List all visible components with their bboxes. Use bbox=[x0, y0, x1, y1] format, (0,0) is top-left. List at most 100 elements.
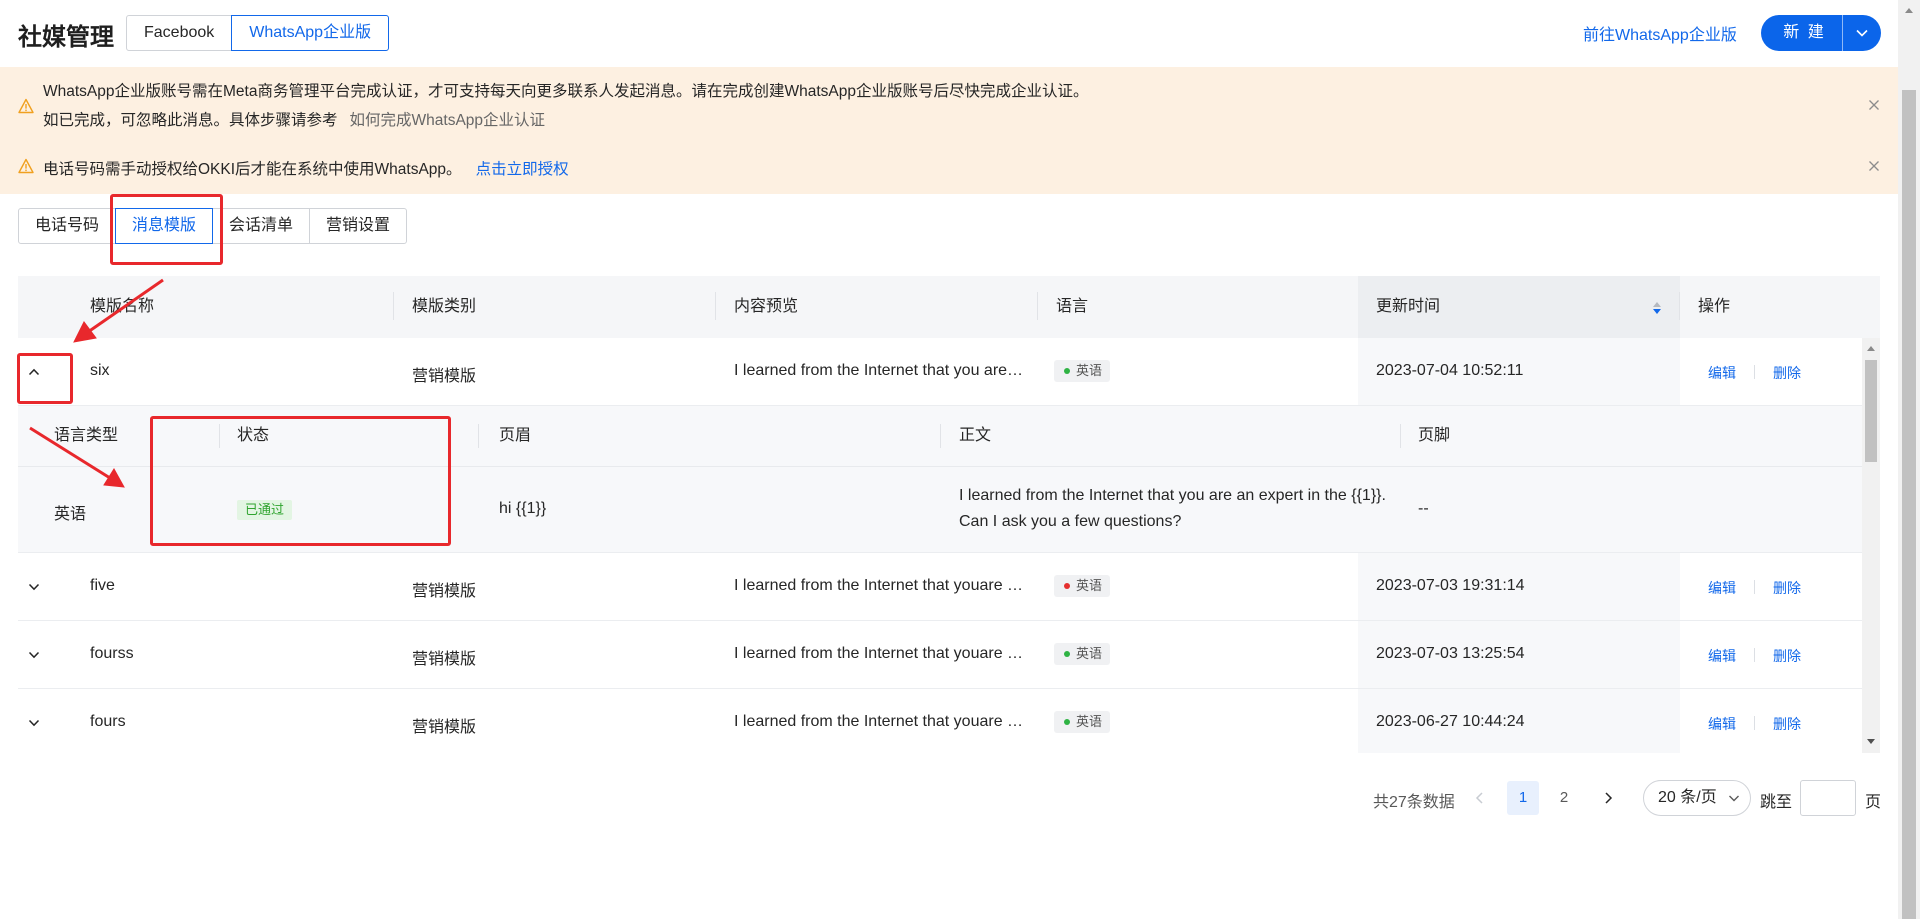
chevron-up-icon[interactable] bbox=[24, 362, 44, 382]
page-size-value: 20 条/页 bbox=[1658, 789, 1717, 806]
template-category: 营销模版 bbox=[412, 583, 477, 600]
status-dot bbox=[1064, 651, 1070, 657]
scroll-down-icon[interactable] bbox=[1866, 738, 1876, 746]
edit-link[interactable]: 编辑 bbox=[1708, 578, 1736, 598]
tab-marketing-settings[interactable]: 营销设置 bbox=[309, 208, 408, 244]
status-dot bbox=[1064, 583, 1070, 589]
column-divider bbox=[940, 424, 941, 448]
detail-language: 英语 bbox=[54, 506, 87, 523]
jump-to-unit: 页 bbox=[1865, 794, 1882, 811]
edit-link[interactable]: 编辑 bbox=[1708, 646, 1736, 666]
detail-header-value: hi {{1}} bbox=[499, 500, 547, 517]
delete-link[interactable]: 删除 bbox=[1773, 646, 1801, 666]
chevron-right-icon[interactable] bbox=[1599, 789, 1617, 807]
template-name: fourss bbox=[90, 645, 134, 662]
page-1[interactable]: 1 bbox=[1507, 781, 1539, 815]
table-scrollbar[interactable] bbox=[1862, 338, 1880, 753]
page-2[interactable]: 2 bbox=[1548, 781, 1580, 815]
scrollbar-thumb[interactable] bbox=[1865, 360, 1877, 462]
template-category: 营销模版 bbox=[412, 368, 477, 385]
chevron-down-icon[interactable] bbox=[1843, 15, 1881, 51]
action-divider bbox=[1754, 580, 1755, 594]
page-size-select[interactable]: 20 条/页 bbox=[1643, 780, 1751, 816]
delete-link[interactable]: 删除 bbox=[1773, 578, 1801, 598]
language-label: 英语 bbox=[1076, 363, 1103, 378]
platform-tabs: Facebook WhatsApp企业版 bbox=[126, 15, 390, 51]
scroll-up-icon[interactable] bbox=[1866, 344, 1876, 352]
column-divider bbox=[1037, 292, 1038, 320]
column-header-updated-time[interactable]: 更新时间 bbox=[1376, 276, 1440, 338]
close-icon[interactable] bbox=[1866, 158, 1882, 174]
jump-to-page-input[interactable] bbox=[1800, 780, 1856, 816]
authorization-alert: 电话号码需手动授权给OKKI后才能在系统中使用WhatsApp。 点击立即授权 bbox=[0, 148, 1898, 182]
delete-link[interactable]: 删除 bbox=[1773, 363, 1801, 383]
tab-whatsapp-business[interactable]: WhatsApp企业版 bbox=[231, 15, 390, 51]
status-badge: 已通过 bbox=[237, 500, 293, 520]
chevron-down-icon[interactable] bbox=[24, 713, 44, 733]
alert-message: 电话号码需手动授权给OKKI后才能在系统中使用WhatsApp。 点击立即授权 bbox=[43, 157, 569, 179]
jump-to-label: 跳至 bbox=[1760, 794, 1793, 811]
authorize-now-link[interactable]: 点击立即授权 bbox=[476, 161, 569, 178]
action-divider bbox=[1754, 648, 1755, 662]
detail-footer-value: -- bbox=[1418, 500, 1429, 517]
column-header-language: 语言 bbox=[1056, 298, 1089, 315]
tab-phone-numbers[interactable]: 电话号码 bbox=[18, 208, 117, 244]
close-icon[interactable] bbox=[1866, 97, 1882, 113]
template-category: 营销模版 bbox=[412, 651, 477, 668]
page-header: 社媒管理 Facebook WhatsApp企业版 前往WhatsApp企业版 … bbox=[0, 0, 1898, 66]
templates-table: 模版名称 模版类别 内容预览 语言 更新时间 操作 six 营销模版 I lea… bbox=[18, 276, 1880, 753]
new-button-label: 新 建 bbox=[1783, 24, 1826, 41]
language-tag: 英语 bbox=[1054, 643, 1111, 665]
section-tabs: 电话号码 消息模版 会话清单 营销设置 bbox=[18, 208, 408, 244]
total-count: 共27条数据 bbox=[1373, 794, 1455, 811]
column-divider bbox=[478, 424, 479, 448]
column-header-preview: 内容预览 bbox=[734, 298, 799, 315]
detail-body-line-1: I learned from the Internet that you are… bbox=[959, 487, 1386, 504]
detail-header-body: 正文 bbox=[959, 427, 992, 444]
tab-conversations[interactable]: 会话清单 bbox=[212, 208, 311, 244]
column-divider bbox=[393, 292, 394, 320]
chevron-down-icon[interactable] bbox=[24, 577, 44, 597]
page-title: 社媒管理 bbox=[18, 24, 114, 51]
table-row: fourss 营销模版 I learned from the Internet … bbox=[18, 621, 1862, 689]
content-preview: I learned from the Internet that youare … bbox=[734, 645, 1024, 662]
table-row: six 营销模版 I learned from the Internet tha… bbox=[18, 338, 1862, 406]
template-name: six bbox=[90, 362, 110, 379]
column-divider bbox=[715, 292, 716, 320]
edit-link[interactable]: 编辑 bbox=[1708, 363, 1736, 383]
template-detail-table: 语言类型 状态 页眉 正文 页脚 英语 已通过 hi {{1}} I learn… bbox=[18, 406, 1862, 553]
template-name: fours bbox=[90, 713, 126, 730]
status-dot bbox=[1064, 719, 1070, 725]
table-header: 模版名称 模版类别 内容预览 语言 更新时间 操作 bbox=[18, 276, 1880, 338]
template-category: 营销模版 bbox=[412, 719, 477, 736]
delete-link[interactable]: 删除 bbox=[1773, 714, 1801, 734]
sort-icon[interactable] bbox=[1652, 300, 1662, 316]
column-divider bbox=[219, 424, 220, 448]
scroll-up-icon[interactable] bbox=[1904, 6, 1914, 14]
detail-body-line-2: Can I ask you a few questions? bbox=[959, 513, 1182, 530]
column-header-actions: 操作 bbox=[1698, 298, 1731, 315]
language-tag: 英语 bbox=[1054, 360, 1111, 382]
detail-header-language-type: 语言类型 bbox=[54, 427, 119, 444]
content-preview: I learned from the Internet that youare … bbox=[734, 713, 1024, 730]
goto-whatsapp-business-link[interactable]: 前往WhatsApp企业版 bbox=[1583, 21, 1737, 45]
tab-facebook[interactable]: Facebook bbox=[126, 15, 233, 51]
chevron-down-icon[interactable] bbox=[24, 645, 44, 665]
new-button[interactable]: 新 建 bbox=[1761, 15, 1881, 51]
column-header-category: 模版类别 bbox=[412, 298, 477, 315]
detail-header-status: 状态 bbox=[237, 427, 270, 444]
warning-triangle-icon bbox=[18, 158, 34, 174]
column-header-template-name: 模版名称 bbox=[90, 298, 155, 315]
page-scrollbar[interactable] bbox=[1898, 0, 1920, 919]
edit-link[interactable]: 编辑 bbox=[1708, 714, 1736, 734]
tab-message-templates[interactable]: 消息模版 bbox=[115, 208, 214, 244]
table-row: five 营销模版 I learned from the Internet th… bbox=[18, 553, 1862, 621]
chevron-down-icon bbox=[1729, 795, 1739, 802]
action-divider bbox=[1754, 365, 1755, 379]
alert-message: WhatsApp企业版账号需在Meta商务管理平台完成认证，才可支持每天向更多联… bbox=[43, 83, 1089, 100]
chevron-left-icon[interactable] bbox=[1471, 789, 1489, 807]
scrollbar-thumb[interactable] bbox=[1902, 90, 1916, 919]
verification-guide-link[interactable]: 如何完成WhatsApp企业认证 bbox=[350, 112, 546, 129]
verification-alert: WhatsApp企业版账号需在Meta商务管理平台完成认证，才可支持每天向更多联… bbox=[0, 67, 1898, 135]
column-divider bbox=[1679, 292, 1680, 320]
